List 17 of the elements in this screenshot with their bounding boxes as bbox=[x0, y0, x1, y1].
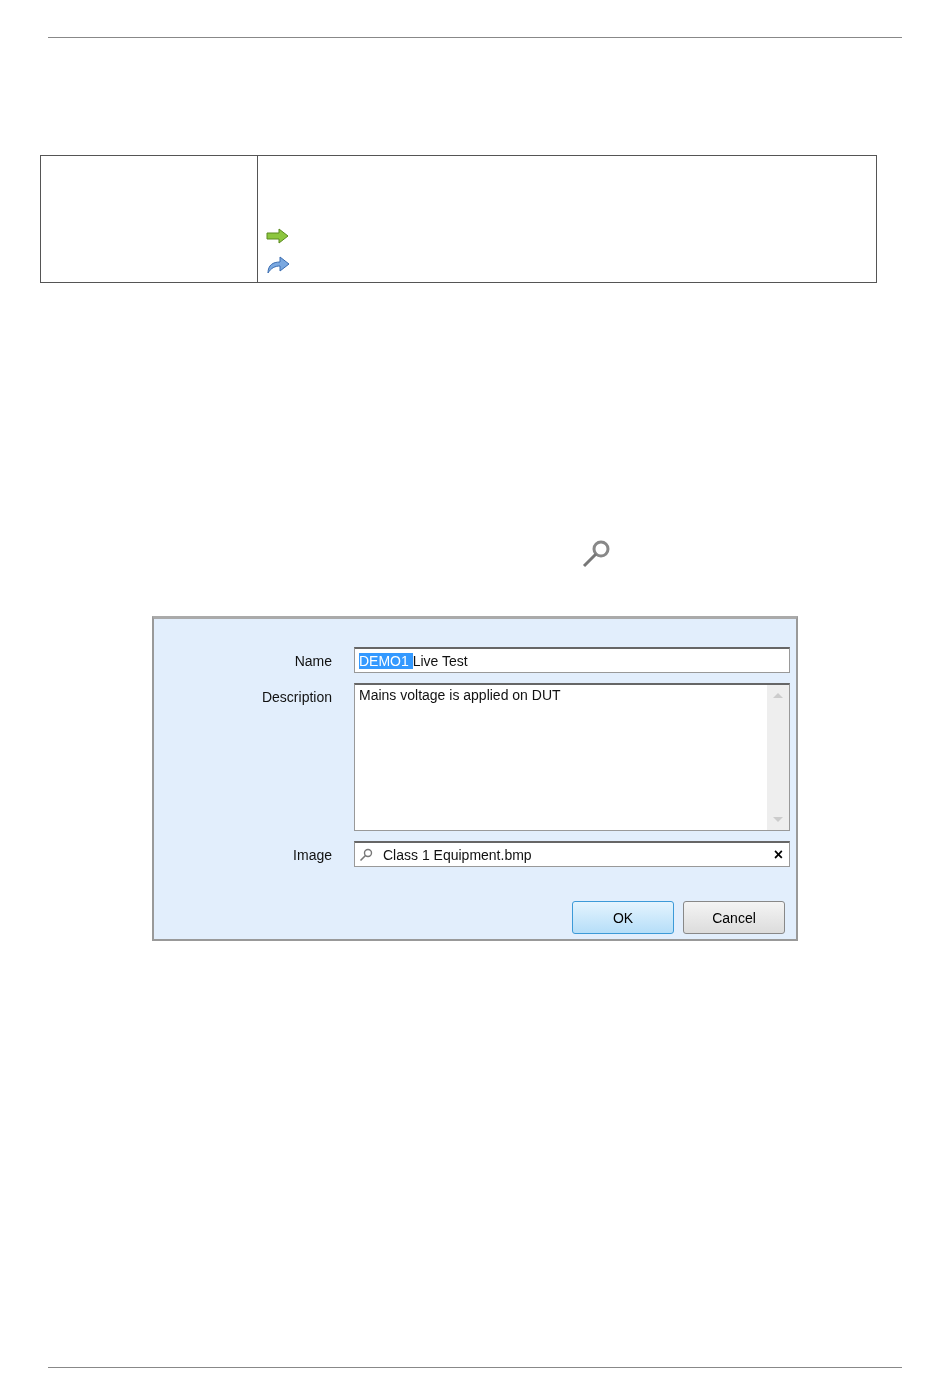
curved-arrow-icon bbox=[266, 256, 290, 274]
field-value: Mains voltage is applied on DUT bbox=[359, 687, 562, 703]
name-field[interactable]: DEMO1 Live Test bbox=[354, 647, 790, 673]
field-label: Name bbox=[293, 652, 332, 669]
search-icon bbox=[359, 847, 373, 862]
field-label: Description bbox=[260, 688, 332, 705]
field-value: Live Test bbox=[412, 652, 468, 669]
image-field[interactable]: Class 1 Equipment.bmp × bbox=[354, 841, 790, 867]
field-label: Image bbox=[292, 846, 332, 863]
field-value: Class 1 Equipment.bmp bbox=[383, 846, 533, 863]
cancel-button[interactable]: Cancel bbox=[683, 901, 785, 934]
ok-button[interactable]: OK bbox=[572, 901, 674, 934]
selected-text: DEMO1 bbox=[359, 652, 413, 669]
scrollbar[interactable] bbox=[767, 685, 789, 830]
arrow-right-icon bbox=[266, 228, 290, 244]
clear-button[interactable]: × bbox=[767, 845, 789, 864]
description-field[interactable]: Mains voltage is applied on DUT bbox=[354, 683, 790, 831]
